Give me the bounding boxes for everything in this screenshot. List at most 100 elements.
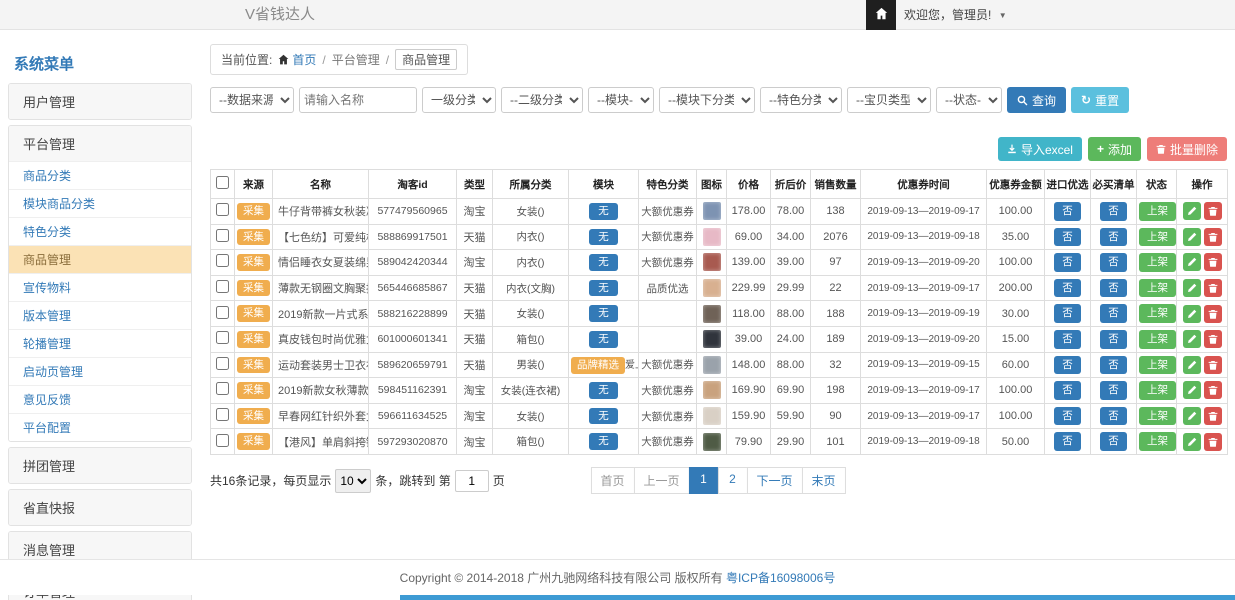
- sidebar-subitem-版本管理[interactable]: 版本管理: [9, 301, 191, 329]
- sidebar-subitem-平台配置[interactable]: 平台配置: [9, 413, 191, 441]
- page-button-上一页[interactable]: 上一页: [633, 467, 689, 494]
- batch-delete-button[interactable]: 批量删除: [1147, 137, 1227, 161]
- filter-select-2[interactable]: 一级分类: [422, 87, 496, 113]
- import-select-toggle[interactable]: 否: [1054, 407, 1081, 426]
- must-buy-toggle[interactable]: 否: [1100, 356, 1127, 375]
- sidebar-subitem-模块商品分类[interactable]: 模块商品分类: [9, 189, 191, 217]
- sidebar-subitem-商品管理[interactable]: 商品管理: [9, 245, 191, 273]
- import-select-toggle[interactable]: 否: [1054, 432, 1081, 451]
- status-button[interactable]: 上架: [1139, 279, 1176, 298]
- row-checkbox[interactable]: [216, 331, 229, 344]
- filter-select-6[interactable]: --特色分类--: [760, 87, 842, 113]
- sidebar-subitem-意见反馈[interactable]: 意见反馈: [9, 385, 191, 413]
- import-select-toggle[interactable]: 否: [1054, 228, 1081, 247]
- page-button-首页[interactable]: 首页: [590, 467, 634, 494]
- must-buy-toggle[interactable]: 否: [1100, 228, 1127, 247]
- must-buy-toggle[interactable]: 否: [1100, 304, 1127, 323]
- name-search-input[interactable]: [299, 87, 417, 113]
- row-checkbox[interactable]: [216, 306, 229, 319]
- edit-button[interactable]: [1183, 202, 1201, 220]
- row-checkbox[interactable]: [216, 203, 229, 216]
- user-menu[interactable]: 欢迎您，管理员! ▼: [904, 0, 1007, 31]
- row-checkbox[interactable]: [216, 382, 229, 395]
- import-select-toggle[interactable]: 否: [1054, 304, 1081, 323]
- sidebar-subitem-特色分类[interactable]: 特色分类: [9, 217, 191, 245]
- delete-button[interactable]: [1204, 330, 1222, 348]
- status-button[interactable]: 上架: [1139, 432, 1176, 451]
- select-all-checkbox[interactable]: [216, 176, 229, 189]
- filter-select-8[interactable]: --状态--: [936, 87, 1002, 113]
- delete-button[interactable]: [1204, 433, 1222, 451]
- row-checkbox[interactable]: [216, 408, 229, 421]
- edit-button[interactable]: [1183, 228, 1201, 246]
- page-button-2[interactable]: 2: [718, 467, 748, 494]
- page-button-1[interactable]: 1: [689, 467, 719, 494]
- edit-button[interactable]: [1183, 381, 1201, 399]
- import-select-toggle[interactable]: 否: [1054, 279, 1081, 298]
- sidebar-item-省直快报[interactable]: 省直快报: [9, 490, 191, 525]
- import-select-toggle[interactable]: 否: [1054, 253, 1081, 272]
- jump-page-input[interactable]: [455, 470, 489, 492]
- sidebar-subitem-宣传物料[interactable]: 宣传物料: [9, 273, 191, 301]
- sidebar-item-拼团管理[interactable]: 拼团管理: [9, 448, 191, 483]
- status-button[interactable]: 上架: [1139, 381, 1176, 400]
- edit-button[interactable]: [1183, 253, 1201, 271]
- row-checkbox[interactable]: [216, 280, 229, 293]
- delete-button[interactable]: [1204, 305, 1222, 323]
- status-button[interactable]: 上架: [1139, 304, 1176, 323]
- home-button[interactable]: [866, 0, 896, 30]
- must-buy-toggle[interactable]: 否: [1100, 407, 1127, 426]
- sidebar-subitem-商品分类[interactable]: 商品分类: [9, 161, 191, 189]
- import-select-toggle[interactable]: 否: [1054, 202, 1081, 221]
- page-button-末页[interactable]: 末页: [802, 467, 846, 494]
- import-select-toggle[interactable]: 否: [1054, 356, 1081, 375]
- sidebar-item-平台管理[interactable]: 平台管理: [9, 126, 191, 161]
- status-button[interactable]: 上架: [1139, 253, 1176, 272]
- import-select-toggle[interactable]: 否: [1054, 381, 1081, 400]
- edit-button[interactable]: [1183, 433, 1201, 451]
- must-buy-toggle[interactable]: 否: [1100, 330, 1127, 349]
- edit-button[interactable]: [1183, 356, 1201, 374]
- status-button[interactable]: 上架: [1139, 330, 1176, 349]
- delete-button[interactable]: [1204, 279, 1222, 297]
- row-checkbox[interactable]: [216, 229, 229, 242]
- sidebar-subitem-轮播管理[interactable]: 轮播管理: [9, 329, 191, 357]
- sidebar-subitem-启动页管理[interactable]: 启动页管理: [9, 357, 191, 385]
- row-checkbox[interactable]: [216, 357, 229, 370]
- edit-button[interactable]: [1183, 305, 1201, 323]
- must-buy-toggle[interactable]: 否: [1100, 432, 1127, 451]
- breadcrumb-item-platform[interactable]: 平台管理: [332, 51, 380, 68]
- status-button[interactable]: 上架: [1139, 202, 1176, 221]
- icp-link[interactable]: 粤ICP备16098006号: [726, 571, 835, 585]
- filter-select-0[interactable]: --数据来源--: [210, 87, 294, 113]
- add-button[interactable]: + 添加: [1088, 137, 1141, 161]
- per-page-select[interactable]: 10: [335, 469, 371, 493]
- status-button[interactable]: 上架: [1139, 228, 1176, 247]
- page-button-下一页[interactable]: 下一页: [747, 467, 803, 494]
- filter-select-5[interactable]: --模块下分类--: [659, 87, 755, 113]
- delete-button[interactable]: [1204, 253, 1222, 271]
- delete-button[interactable]: [1204, 356, 1222, 374]
- row-checkbox[interactable]: [216, 254, 229, 267]
- must-buy-toggle[interactable]: 否: [1100, 381, 1127, 400]
- must-buy-toggle[interactable]: 否: [1100, 279, 1127, 298]
- import-select-toggle[interactable]: 否: [1054, 330, 1081, 349]
- edit-button[interactable]: [1183, 330, 1201, 348]
- delete-button[interactable]: [1204, 228, 1222, 246]
- must-buy-toggle[interactable]: 否: [1100, 253, 1127, 272]
- delete-button[interactable]: [1204, 381, 1222, 399]
- reset-button[interactable]: ↻ 重置: [1071, 87, 1129, 113]
- status-button[interactable]: 上架: [1139, 407, 1176, 426]
- sidebar-item-用户管理[interactable]: 用户管理: [9, 84, 191, 119]
- must-buy-toggle[interactable]: 否: [1100, 202, 1127, 221]
- search-button[interactable]: 查询: [1007, 87, 1066, 113]
- filter-select-7[interactable]: --宝贝类型--: [847, 87, 931, 113]
- edit-button[interactable]: [1183, 279, 1201, 297]
- edit-button[interactable]: [1183, 407, 1201, 425]
- row-checkbox[interactable]: [216, 434, 229, 447]
- breadcrumb-home-link[interactable]: 首页: [278, 51, 316, 68]
- import-excel-button[interactable]: 导入excel: [998, 137, 1082, 161]
- delete-button[interactable]: [1204, 407, 1222, 425]
- status-button[interactable]: 上架: [1139, 356, 1176, 375]
- filter-select-4[interactable]: --模块--: [588, 87, 654, 113]
